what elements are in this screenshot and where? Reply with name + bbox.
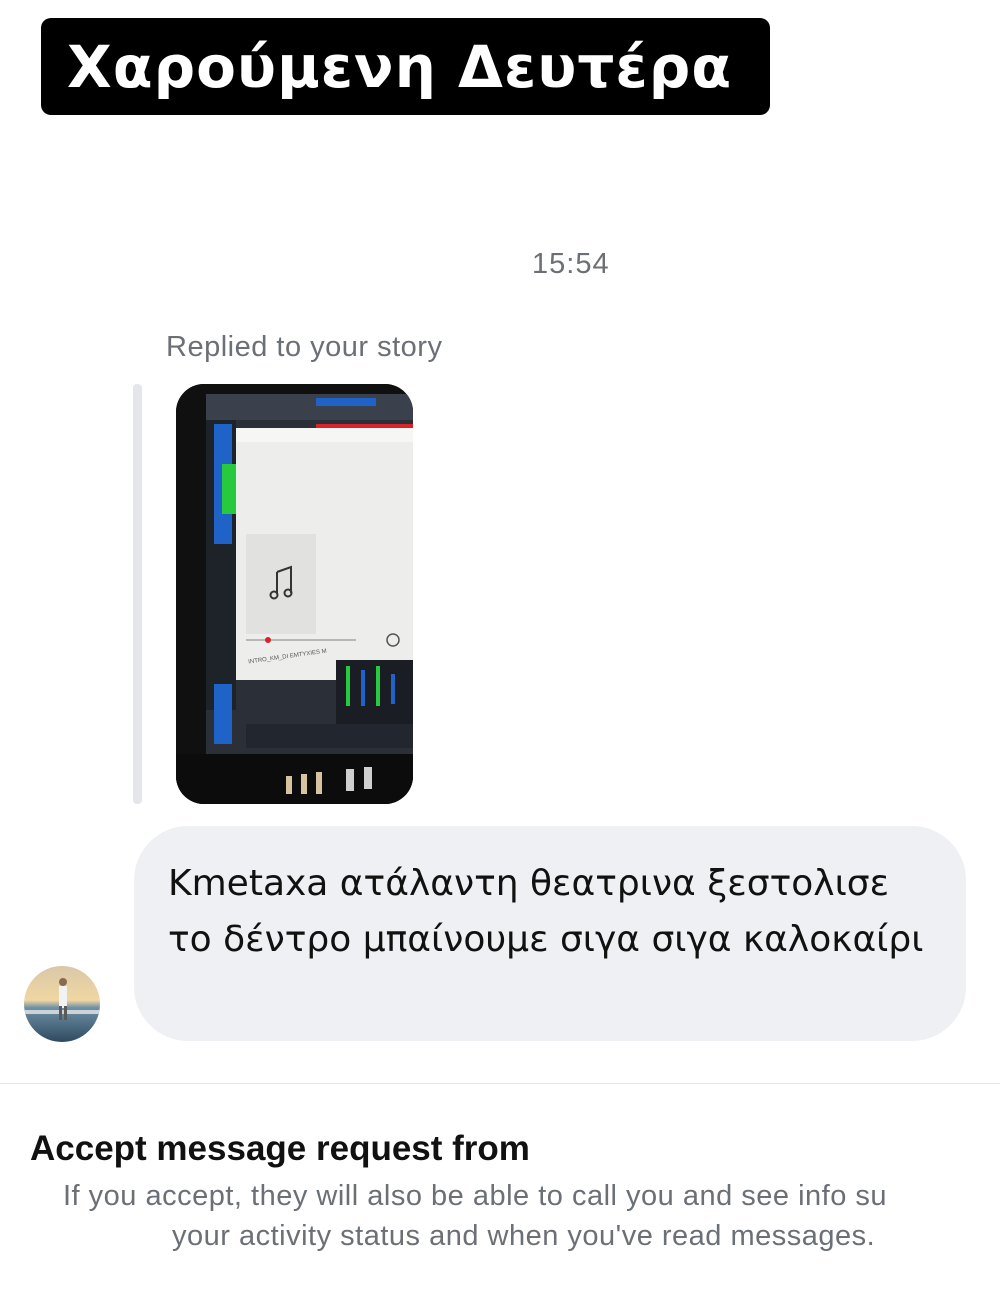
avatar[interactable] bbox=[24, 966, 100, 1042]
message-bubble[interactable]: Kmetaxa ατάλαντη θεατρινα ξεστολισε το δ… bbox=[134, 826, 966, 1041]
message-text: Kmetaxa ατάλαντη θεατρινα ξεστολισε το δ… bbox=[168, 863, 924, 960]
request-description-line-1: If you accept, they will also be able to… bbox=[63, 1180, 888, 1212]
avatar-photo bbox=[24, 966, 100, 1042]
caption-banner: Χαρούμενη Δευτέρα bbox=[41, 18, 770, 115]
request-panel-description: If you accept, they will also be able to… bbox=[0, 1180, 1000, 1280]
request-description-line-2: your activity status and when you've rea… bbox=[172, 1220, 876, 1252]
story-screen-photo bbox=[176, 384, 413, 804]
reply-quote-bar bbox=[133, 384, 142, 804]
story-reply-label: Replied to your story bbox=[166, 331, 443, 363]
caption-text: Χαρούμενη Δευτέρα bbox=[67, 32, 733, 101]
request-panel-title: Accept message request from bbox=[30, 1129, 530, 1168]
message-timestamp: 15:54 bbox=[532, 248, 610, 280]
story-thumbnail[interactable]: INTRO_KM_DI EMTYXIES M bbox=[176, 384, 413, 804]
section-divider bbox=[0, 1083, 1000, 1084]
